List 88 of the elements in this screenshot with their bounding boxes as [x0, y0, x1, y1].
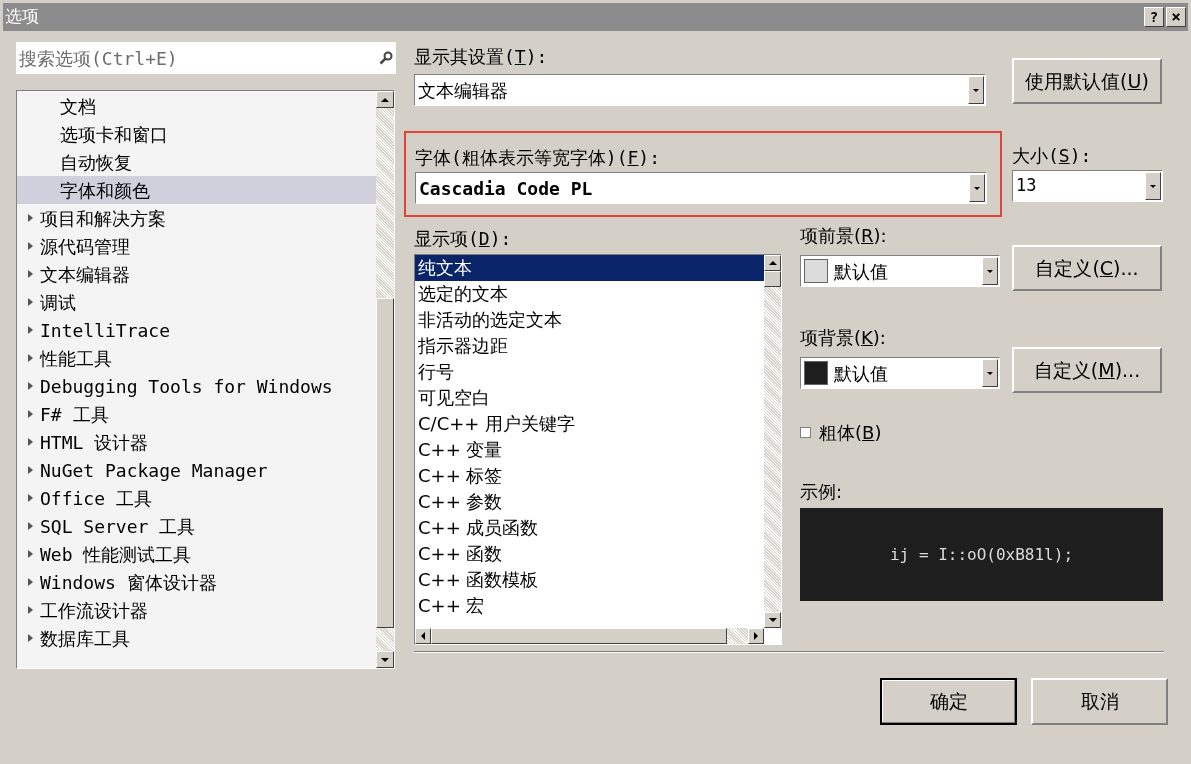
expand-arrow-icon[interactable]: [28, 326, 33, 334]
tree-item[interactable]: Windows 窗体设计器: [17, 568, 376, 596]
list-item[interactable]: C++ 标签: [415, 463, 764, 489]
customize-button[interactable]: 自定义(M)...: [1012, 347, 1162, 393]
list-item[interactable]: 选定的文本: [415, 281, 764, 307]
tree-item[interactable]: SQL Server 工具: [17, 512, 376, 540]
font-dropdown[interactable]: Cascadia Code PL: [415, 172, 987, 204]
tree-item[interactable]: 项目和解决方案: [17, 204, 376, 232]
list-item[interactable]: 行号: [415, 359, 764, 385]
list-item[interactable]: 纯文本: [415, 255, 764, 281]
scroll-thumb[interactable]: [431, 628, 727, 644]
font-label: 字体(粗体表示等宽字体)(F):: [415, 146, 662, 170]
use-defaults-button[interactable]: 使用默认值(U): [1012, 58, 1162, 104]
ok-button[interactable]: 确定: [880, 678, 1017, 725]
tree-item[interactable]: HTML 设计器: [17, 428, 376, 456]
background-label: 项背景(K):: [800, 327, 887, 349]
tree-item[interactable]: Office 工具: [17, 484, 376, 512]
tree-item[interactable]: IntelliTrace: [17, 316, 376, 344]
list-item[interactable]: C++ 宏: [415, 593, 764, 619]
expand-arrow-icon[interactable]: [28, 410, 33, 418]
tree-item[interactable]: 数据库工具: [17, 624, 376, 652]
expand-arrow-icon[interactable]: [28, 242, 33, 250]
scroll-up-button[interactable]: [376, 91, 394, 108]
window-title: 选项: [5, 5, 39, 29]
list-item[interactable]: C++ 函数: [415, 541, 764, 567]
tree-item[interactable]: NuGet Package Manager: [17, 456, 376, 484]
foreground-color-dropdown[interactable]: 默认值: [800, 255, 1000, 287]
scroll-thumb[interactable]: [376, 298, 394, 628]
tree-item[interactable]: 文档: [17, 92, 376, 120]
expand-arrow-icon[interactable]: [28, 270, 33, 278]
scroll-up-button[interactable]: [764, 255, 781, 271]
tree-item[interactable]: 文本编辑器: [17, 260, 376, 288]
tree-item[interactable]: 工作流设计器: [17, 596, 376, 624]
expand-arrow-icon[interactable]: [28, 606, 33, 614]
expand-arrow-icon[interactable]: [28, 298, 33, 306]
tree-item[interactable]: 源代码管理: [17, 232, 376, 260]
bold-label: 粗体(B): [819, 421, 882, 445]
tree-item[interactable]: 字体和颜色: [17, 176, 376, 204]
tree-item[interactable]: 性能工具: [17, 344, 376, 372]
expand-arrow-icon[interactable]: [28, 550, 33, 558]
tree-item[interactable]: 自动恢复: [17, 148, 376, 176]
tree-item[interactable]: 调试: [17, 288, 376, 316]
tree-item[interactable]: Web 性能测试工具: [17, 540, 376, 568]
size-label: 大小(S):: [1012, 144, 1093, 168]
tree-item[interactable]: F# 工具: [17, 400, 376, 428]
expand-arrow-icon[interactable]: [28, 578, 33, 586]
expand-arrow-icon[interactable]: [28, 214, 33, 222]
close-button[interactable]: ×: [1166, 7, 1186, 27]
expand-arrow-icon[interactable]: [28, 522, 33, 530]
expand-arrow-icon[interactable]: [28, 354, 33, 362]
sample-label: 示例:: [800, 480, 844, 504]
list-item[interactable]: C++ 函数模板: [415, 567, 764, 593]
expand-arrow-icon[interactable]: [28, 438, 33, 446]
scroll-left-button[interactable]: [415, 628, 431, 644]
list-item[interactable]: 可见空白: [415, 385, 764, 411]
list-item[interactable]: C++ 成员函数: [415, 515, 764, 541]
search-field[interactable]: 搜索选项(Ctrl+E): [19, 44, 379, 72]
expand-arrow-icon[interactable]: [28, 382, 33, 390]
tree-item[interactable]: 选项卡和窗口: [17, 120, 376, 148]
list-item[interactable]: C++ 变量: [415, 437, 764, 463]
list-item[interactable]: 指示器边距: [415, 333, 764, 359]
scroll-right-button[interactable]: [748, 628, 764, 644]
tree-item[interactable]: Debugging Tools for Windows: [17, 372, 376, 400]
list-item[interactable]: C++ 参数: [415, 489, 764, 515]
bold-checkbox[interactable]: [800, 427, 811, 438]
horizontal-scrollbar[interactable]: [415, 628, 764, 644]
show-settings-label: 显示其设置(T):: [414, 45, 549, 69]
vertical-scrollbar[interactable]: [376, 91, 394, 668]
customize-button[interactable]: 自定义(C)...: [1012, 245, 1162, 291]
expand-arrow-icon[interactable]: [28, 634, 33, 642]
list-item[interactable]: C/C++ 用户关键字: [415, 411, 764, 437]
cancel-button[interactable]: 取消: [1031, 678, 1168, 725]
sample-text: ij = I::oO(0xB81l);: [890, 543, 1073, 566]
scroll-thumb[interactable]: [764, 271, 781, 287]
background-color-dropdown[interactable]: 默认值: [800, 357, 1000, 389]
settings-dropdown[interactable]: 文本编辑器: [414, 74, 986, 106]
foreground-label: 项前景(R):: [800, 225, 888, 247]
help-button[interactable]: ?: [1144, 7, 1164, 27]
list-item[interactable]: 非活动的选定文本: [415, 307, 764, 333]
scroll-down-button[interactable]: [764, 612, 781, 628]
display-items-label: 显示项(D):: [414, 227, 513, 251]
expand-arrow-icon[interactable]: [28, 494, 33, 502]
size-dropdown[interactable]: 13: [1012, 170, 1163, 202]
vertical-scrollbar[interactable]: [764, 255, 781, 628]
search-box[interactable]: 搜索选项(Ctrl+E): [16, 42, 396, 74]
scroll-down-button[interactable]: [376, 651, 394, 668]
search-icon: [379, 51, 393, 65]
expand-arrow-icon[interactable]: [28, 466, 33, 474]
